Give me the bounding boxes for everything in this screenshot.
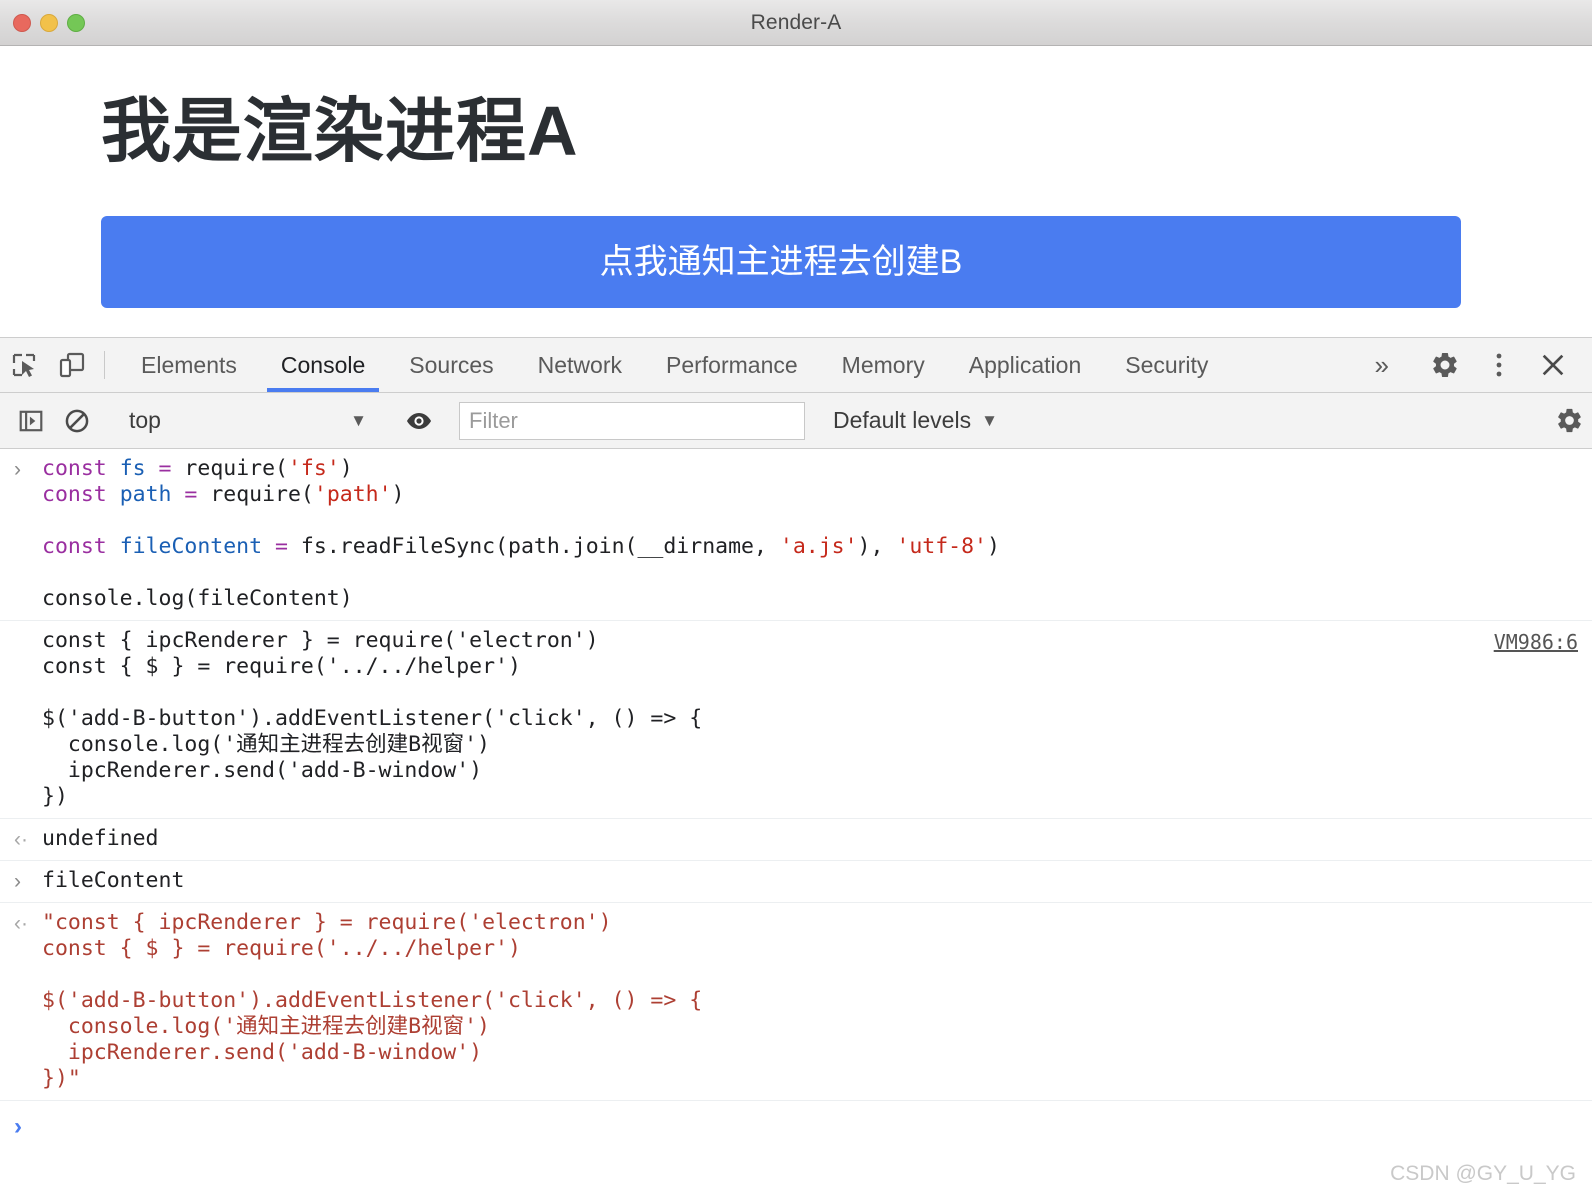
result-chevron-icon: ‹· — [14, 912, 28, 935]
tab-sources[interactable]: Sources — [387, 338, 515, 392]
console-toolbar-actions — [1529, 398, 1592, 444]
watermark: CSDN @GY_U_YG — [1390, 1162, 1576, 1185]
close-devtools-icon[interactable] — [1526, 338, 1580, 393]
tab-security[interactable]: Security — [1103, 338, 1230, 392]
console-message-log[interactable]: const { ipcRenderer } = require('electro… — [0, 621, 1592, 819]
console-sidebar-toggle-icon[interactable] — [8, 398, 54, 444]
console-prompt-input[interactable] — [42, 1125, 1578, 1126]
console-toolbar: top ▼ Default levels ▼ — [0, 393, 1592, 449]
add-b-button[interactable]: 点我通知主进程去创建B — [101, 216, 1461, 309]
devtools-tab-list: Elements Console Sources Network Perform… — [119, 338, 1230, 392]
console-message-input[interactable]: › fileContent — [0, 861, 1592, 903]
title-bar: Render-A — [0, 0, 1592, 46]
input-chevron-icon: › — [14, 458, 21, 481]
tab-performance[interactable]: Performance — [644, 338, 820, 392]
source-location-link[interactable]: VM986:6 — [1482, 627, 1578, 654]
devtools-tabbar: Elements Console Sources Network Perform… — [0, 338, 1592, 393]
tab-network[interactable]: Network — [516, 338, 644, 392]
renderer-page: 我是渲染进程A 点我通知主进程去创建B — [0, 46, 1592, 337]
log-levels-value: Default levels — [833, 407, 972, 433]
clear-console-icon[interactable] — [54, 398, 100, 444]
log-levels-select[interactable]: Default levels ▼ — [817, 407, 1014, 434]
console-string-result-text: "const { ipcRenderer } = require('electr… — [42, 910, 703, 1091]
tab-console[interactable]: Console — [259, 338, 387, 392]
tab-elements[interactable]: Elements — [119, 338, 259, 392]
more-options-icon[interactable] — [1472, 338, 1526, 393]
window-title: Render-A — [750, 10, 842, 34]
prompt-chevron-icon: › — [14, 1113, 22, 1140]
page-title: 我是渲染进程A — [101, 92, 579, 170]
log-gutter — [14, 627, 42, 631]
devtools-tabbar-actions: » — [1355, 338, 1592, 392]
console-result-text: undefined — [42, 826, 159, 851]
settings-gear-icon[interactable] — [1418, 338, 1472, 393]
console-log-text: const { ipcRenderer } = require('electro… — [42, 628, 703, 809]
execution-context-value: top — [129, 407, 161, 433]
console-message-list[interactable]: › const fs = require('fs') const path = … — [0, 449, 1592, 1200]
result-chevron-icon: ‹· — [14, 828, 28, 851]
input-chevron-icon: › — [14, 870, 21, 893]
console-message-input[interactable]: › const fs = require('fs') const path = … — [0, 449, 1592, 621]
live-expression-eye-icon[interactable] — [396, 398, 442, 444]
chevron-down-icon: ▼ — [350, 410, 367, 430]
execution-context-select[interactable]: top ▼ — [117, 398, 379, 444]
inspect-element-icon[interactable] — [0, 338, 48, 392]
console-message-result[interactable]: ‹· undefined — [0, 819, 1592, 861]
console-settings-gear-icon[interactable] — [1546, 398, 1592, 444]
console-input-code: const fs = require('fs') const path = re… — [42, 456, 1000, 611]
console-filter-input[interactable] — [459, 401, 805, 440]
console-message-string-result[interactable]: ‹· "const { ipcRenderer } = require('ele… — [0, 903, 1592, 1101]
tabbar-divider — [104, 351, 105, 379]
chevron-down-icon: ▼ — [981, 410, 998, 430]
device-toolbar-icon[interactable] — [48, 338, 96, 392]
console-prompt[interactable]: › — [0, 1101, 1592, 1149]
tab-application[interactable]: Application — [947, 338, 1104, 392]
more-tabs-icon[interactable]: » — [1355, 350, 1409, 381]
tab-memory[interactable]: Memory — [820, 338, 947, 392]
app-window: Render-A 我是渲染进程A 点我通知主进程去创建B Elements Co… — [0, 0, 1592, 1200]
devtools-panel: Elements Console Sources Network Perform… — [0, 337, 1592, 1200]
console-input-text: fileContent — [42, 868, 185, 893]
